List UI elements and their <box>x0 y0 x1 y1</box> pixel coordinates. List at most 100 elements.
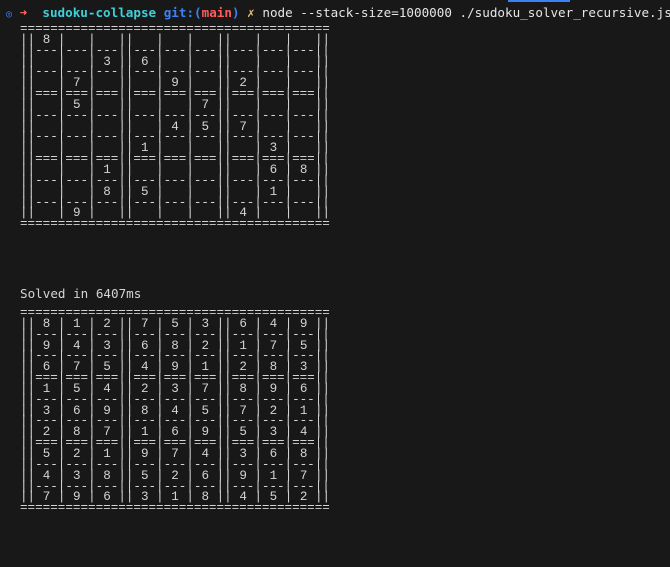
solution-cell: 1 <box>299 403 308 418</box>
puzzle-cell: 8 <box>42 32 51 47</box>
puzzle-cell: 4 <box>171 119 179 134</box>
solution-cell: 8 <box>72 425 81 440</box>
puzzle-cell <box>103 120 111 134</box>
solution-cell: 1 <box>103 446 111 461</box>
solution-cell: 6 <box>239 316 247 331</box>
puzzle-cell <box>171 206 179 220</box>
solution-cell: 2 <box>171 468 179 483</box>
solution-cell: 8 <box>201 490 210 505</box>
puzzle-cell <box>239 185 247 199</box>
puzzle-cell <box>202 33 210 47</box>
solve-status: Solved in 6407ms <box>20 286 142 301</box>
puzzle-cell <box>43 185 51 199</box>
solution-cell: 7 <box>72 360 81 375</box>
solution-cell: 1 <box>201 360 210 375</box>
solution-cell: 6 <box>269 446 278 461</box>
puzzle-cell <box>239 163 247 177</box>
puzzle-cell <box>300 206 308 220</box>
solution-cell: 2 <box>72 446 81 461</box>
solution-cell: 4 <box>72 338 81 353</box>
puzzle-cell <box>270 206 278 220</box>
solution-cell: 9 <box>141 446 149 461</box>
solution-cell: 2 <box>299 490 308 505</box>
solution-cell: 1 <box>72 316 81 331</box>
solution-cell: 9 <box>103 403 111 418</box>
solution-cell: 3 <box>42 403 51 418</box>
solution-cell: 1 <box>141 425 149 440</box>
solution-cell: 6 <box>171 425 179 440</box>
solution-cell: 5 <box>201 403 210 418</box>
solution-board: ========================================… <box>20 306 331 516</box>
solution-cell: 8 <box>239 381 247 396</box>
solution-cell: 7 <box>269 338 278 353</box>
solution-cell: 5 <box>103 360 111 375</box>
solution-cell: 4 <box>103 381 111 396</box>
puzzle-cell <box>73 163 81 177</box>
puzzle-cell: 2 <box>239 76 247 91</box>
puzzle-cell <box>141 163 149 177</box>
puzzle-cell: 5 <box>141 184 149 199</box>
puzzle-cell: 7 <box>201 97 210 112</box>
solution-cell: 4 <box>42 468 51 483</box>
solution-cell: 8 <box>42 316 51 331</box>
puzzle-cell <box>171 141 179 155</box>
puzzle-cell <box>73 141 81 155</box>
solution-cell: 7 <box>299 468 308 483</box>
solution-cell: 4 <box>239 490 247 505</box>
solution-cell: 3 <box>239 446 247 461</box>
puzzle-cell <box>202 55 210 69</box>
solution-cell: 4 <box>299 425 308 440</box>
solution-cell: 7 <box>171 446 179 461</box>
solution-cell: 8 <box>141 403 149 418</box>
puzzle-cell <box>141 76 149 90</box>
solution-cell: 1 <box>42 381 51 396</box>
puzzle-cell: 3 <box>103 54 111 69</box>
solution-cell: 2 <box>201 338 210 353</box>
puzzle-cell <box>270 76 278 90</box>
puzzle-cell <box>239 33 247 47</box>
terminal-window[interactable]: ◎ ➜ sudoku-collapse git:(main) ✗ node --… <box>0 0 670 567</box>
solution-cell: 7 <box>42 490 51 505</box>
solution-cell: 1 <box>239 338 247 353</box>
puzzle-cell <box>300 141 308 155</box>
solution-cell: 5 <box>239 425 247 440</box>
puzzle-cell <box>141 206 149 220</box>
puzzle-cell <box>171 33 179 47</box>
solution-cell: 3 <box>269 425 278 440</box>
puzzle-cell <box>103 76 111 90</box>
solution-cell: 7 <box>141 316 149 331</box>
solution-cell: 3 <box>171 381 179 396</box>
puzzle-cell <box>239 55 247 69</box>
solution-cell: 6 <box>42 360 51 375</box>
puzzle-cell <box>43 76 51 90</box>
puzzle-cell <box>103 141 111 155</box>
dirty-indicator-icon: ✗ <box>247 5 255 20</box>
puzzle-board: ========================================… <box>20 22 331 232</box>
solution-cell: 7 <box>201 381 210 396</box>
puzzle-cell <box>270 98 278 112</box>
solution-cell: 8 <box>103 468 111 483</box>
puzzle-cell: 1 <box>103 162 111 177</box>
puzzle-cell <box>141 120 149 134</box>
puzzle-cell <box>103 206 111 220</box>
puzzle-cell <box>239 98 247 112</box>
puzzle-cell: 5 <box>201 119 210 134</box>
puzzle-cell <box>202 163 210 177</box>
solution-cell: 3 <box>201 316 210 331</box>
solution-cell: 2 <box>103 316 111 331</box>
command-prompt-line: ◎ ➜ sudoku-collapse git:(main) ✗ node --… <box>6 4 670 22</box>
puzzle-cell <box>171 185 179 199</box>
puzzle-cell <box>239 141 247 155</box>
puzzle-cell <box>270 120 278 134</box>
puzzle-cell <box>300 185 308 199</box>
solution-cell: 9 <box>72 490 81 505</box>
solution-cell: 9 <box>42 338 51 353</box>
puzzle-cell <box>73 120 81 134</box>
git-branch: main <box>201 5 232 20</box>
solution-cell: 4 <box>141 360 149 375</box>
solution-cell: 8 <box>171 338 179 353</box>
puzzle-cell: 5 <box>72 97 81 112</box>
solution-cell: 6 <box>299 381 308 396</box>
solution-cell: 9 <box>299 316 308 331</box>
solution-cell: 2 <box>141 381 149 396</box>
